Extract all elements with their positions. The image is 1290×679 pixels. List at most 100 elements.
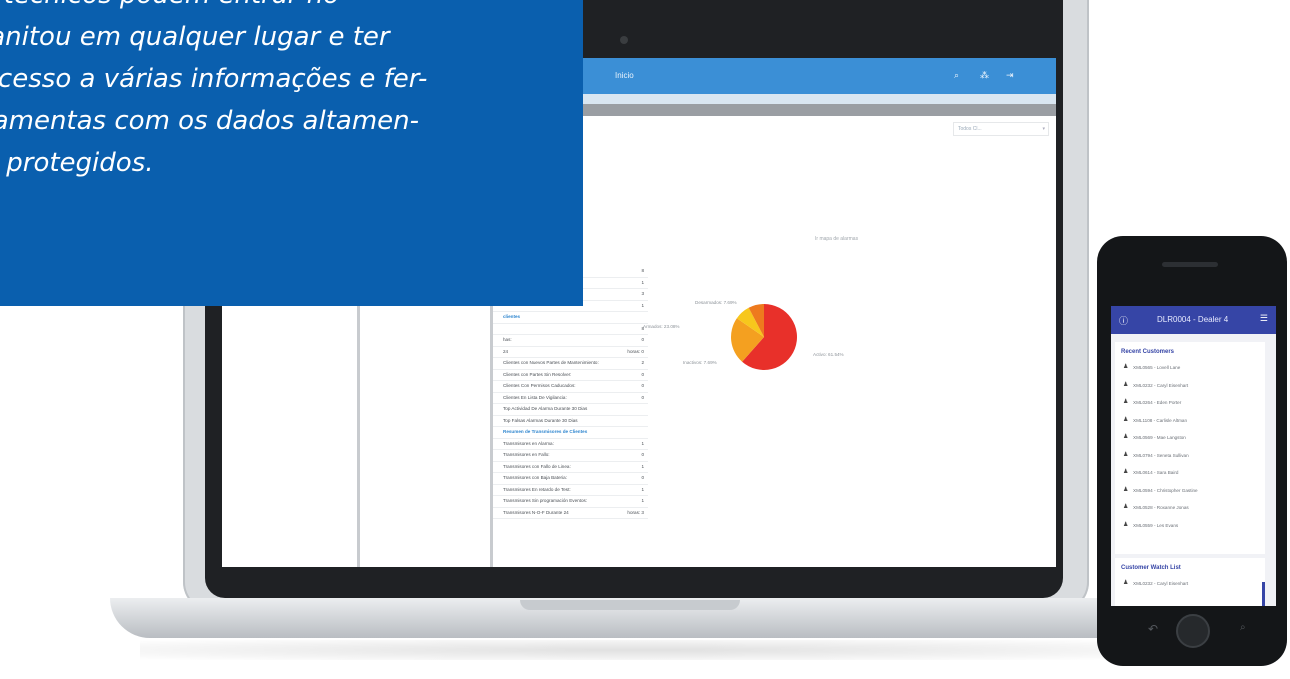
stat-value: 1 <box>641 440 644 446</box>
stat-row: clientes <box>493 312 648 324</box>
customer-name: XML0232 - Caryl Eisenhart <box>1133 382 1189 388</box>
phone-screen: ⓘ DLR0004 - Dealer 4 ☰ Recent Customers … <box>1111 306 1276 606</box>
stat-label: Top Actividad De Alarma Durante 30 Dias <box>503 406 588 411</box>
back-icon[interactable]: ↶ <box>1148 622 1158 636</box>
stat-row: Transmisores con Fallo de Linea: 1 <box>493 462 648 473</box>
stat-row: has: 0 <box>493 335 648 347</box>
customer-list-item[interactable]: ♟ XML0794 - Seneta Sullivan <box>1115 447 1265 465</box>
stat-label: Transmisores en Fallo: <box>503 452 550 457</box>
page-title: Inicio <box>615 71 634 80</box>
stat-row: Transmisores en Alarma: 1 <box>493 439 648 450</box>
recent-customers-card: Recent Customers ♟ XML0565 - Lovell Lane ♟… <box>1115 342 1265 554</box>
customer-list-item[interactable]: ♟ XML0232 - Caryl Eisenhart <box>1115 575 1265 593</box>
search-icon[interactable]: ⌕ <box>1240 622 1246 633</box>
status-pie-chart <box>731 304 797 370</box>
stat-label: Transmisores En retardo de Test: <box>503 486 571 492</box>
stat-row: Transmisores En retardo de Test: 1 <box>493 485 648 496</box>
stat-value: 0 <box>641 394 644 400</box>
recent-customers-title: Recent Customers <box>1121 349 1175 355</box>
scrollbar[interactable] <box>1262 582 1265 606</box>
stat-value: 3 <box>641 291 644 296</box>
customer-name: XML0565 - Lovell Lane <box>1133 365 1181 370</box>
stat-value: 2 <box>641 360 644 365</box>
customer-name: XML0614 - Sara Baird <box>1133 470 1179 475</box>
laptop-hinge-notch <box>520 600 740 610</box>
user-icon: ♟ <box>1123 364 1129 370</box>
stat-value: 0 <box>641 371 644 377</box>
share-icon[interactable]: ⁂ <box>980 70 989 81</box>
user-icon: ♟ <box>1123 469 1129 475</box>
promo-text: s técnicos podem entrar no lanitou em qu… <box>0 0 582 184</box>
promo-text-box: s técnicos podem entrar no lanitou em qu… <box>0 0 583 306</box>
stat-value: 0 <box>641 475 644 480</box>
stat-label: Transmisores N-O-F Durante 24 <box>503 509 569 515</box>
customer-list-item[interactable]: ♟ XML0264 - Eden Porter <box>1115 394 1265 412</box>
user-icon: ♟ <box>1123 504 1129 510</box>
customer-list-item[interactable]: ♟ XML0559 - Les Evans <box>1115 517 1265 535</box>
stat-row: Clientes con Nuevos Partes de Mantenimie… <box>493 358 648 370</box>
customer-name: XML0559 - Les Evans <box>1133 522 1179 528</box>
stat-row: Transmisores Sin programación Eventos: 1 <box>493 496 648 508</box>
stat-row: Clientes con Partes Sin Resolver: 0 <box>493 370 648 381</box>
watch-list-card: Customer Watch List ♟ XML0232 - Caryl Eis… <box>1115 558 1265 606</box>
menu-icon[interactable]: ☰ <box>1260 313 1268 324</box>
user-icon: ♟ <box>1123 521 1129 528</box>
user-icon: ♟ <box>1123 580 1129 586</box>
user-icon: ♟ <box>1123 381 1129 388</box>
stat-label: Clientes En Lista De Vigilancia: <box>503 394 567 400</box>
customer-name: XML0528 - Roxanne Jonas <box>1133 505 1189 510</box>
recent-customers-list: ♟ XML0565 - Lovell Lane ♟ XML0232 - Caryl E… <box>1115 359 1265 534</box>
info-icon[interactable]: ⓘ <box>1119 314 1128 327</box>
stat-label: Clientes con Partes Sin Resolver: <box>503 371 572 377</box>
watch-list-title: Customer Watch List <box>1121 565 1181 571</box>
stat-value: horas: 0 <box>627 348 644 354</box>
alarm-map-link[interactable]: Ir mapa de alarmas <box>815 236 858 242</box>
stat-value: 8 <box>641 268 644 273</box>
stat-row: Transmisores N-O-F Durante 24 horas: 3 <box>493 508 648 519</box>
promo-line: ramentas com os dados altamen- <box>0 106 419 136</box>
stat-label: clientes <box>503 314 521 319</box>
customer-list-item[interactable]: ♟ XML0569 - Mae Langston <box>1115 429 1265 447</box>
pie-label-activo: Activo: 61.54% <box>813 352 844 357</box>
phone-title: DLR0004 - Dealer 4 <box>1157 315 1229 324</box>
customer-list-item[interactable]: ♟ XML0565 - Lovell Lane <box>1115 359 1265 377</box>
user-icon: ♟ <box>1123 399 1129 405</box>
pie-label-inactivos: Inactivos: 7.69% <box>683 360 717 365</box>
stat-row: Top Actividad De Alarma Durante 30 Dias <box>493 404 648 416</box>
search-icon[interactable]: ⌕ <box>954 70 959 81</box>
customer-name: XML0569 - Mae Langston <box>1133 435 1186 440</box>
promo-line: acesso a várias informações e fer- <box>0 64 428 94</box>
laptop-shadow <box>140 640 1130 660</box>
home-icon[interactable] <box>1176 614 1210 648</box>
stat-label: 24 <box>503 348 509 354</box>
user-icon: ♟ <box>1123 416 1129 423</box>
pie-label-armados: Armados: 23.08% <box>643 324 680 329</box>
stat-value: 0 <box>641 452 644 457</box>
stat-value: horas: 3 <box>627 509 644 515</box>
customer-filter-select[interactable]: Todos Cl... ▾ <box>953 122 1049 136</box>
customer-list-item[interactable]: ♟ XML1108 - Carlisle Altman <box>1115 412 1265 430</box>
stat-row: Transmisores con Baja Bateria: 0 <box>493 473 648 485</box>
watch-list: ♟ XML0232 - Caryl Eisenhart <box>1115 575 1265 593</box>
phone-header: ⓘ DLR0004 - Dealer 4 ☰ <box>1111 306 1276 334</box>
customer-name: XML0232 - Caryl Eisenhart <box>1133 581 1189 586</box>
user-icon: ♟ <box>1123 434 1129 440</box>
stat-label: Transmisores con Fallo de Linea: <box>503 463 571 469</box>
customer-list-item[interactable]: ♟ XML0594 - Christopher Gastine <box>1115 482 1265 500</box>
stat-value: 0 <box>641 337 644 342</box>
customer-list-item[interactable]: ♟ XML0232 - Caryl Eisenhart <box>1115 377 1265 395</box>
promo-line: s técnicos podem entrar no <box>0 0 582 16</box>
stat-value: 0 <box>641 383 644 388</box>
pie-label-desarmados: Desarmados: 7.69% <box>695 300 737 305</box>
stat-row: 8 <box>493 324 648 335</box>
customer-list-item[interactable]: ♟ XML0528 - Roxanne Jonas <box>1115 499 1265 517</box>
customer-list-item[interactable]: ♟ XML0614 - Sara Baird <box>1115 464 1265 482</box>
logout-icon[interactable]: ⇥ <box>1006 70 1014 81</box>
stat-row: Clientes En Lista De Vigilancia: 0 <box>493 393 648 404</box>
select-value: Todos Cl... <box>958 126 982 132</box>
stat-label: Resumen de Transmisores de Clientes <box>503 429 588 434</box>
stat-row: Clientes Con Permisos Caducados: 0 <box>493 381 648 393</box>
chevron-down-icon: ▾ <box>1042 126 1045 132</box>
user-icon: ♟ <box>1123 486 1129 493</box>
stat-label: Transmisores con Baja Bateria: <box>503 475 567 480</box>
